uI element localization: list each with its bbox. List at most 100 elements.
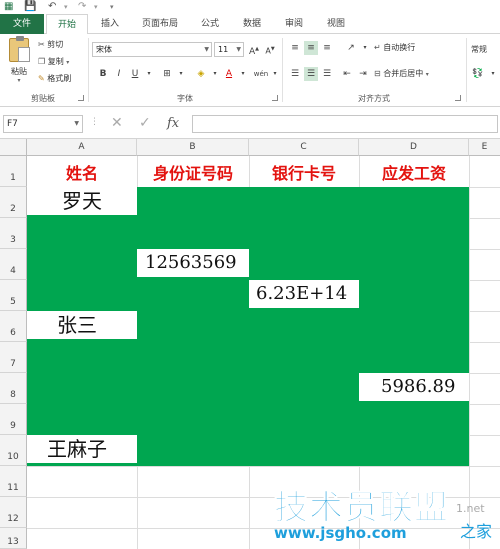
font-color-button[interactable]: A <box>222 67 236 81</box>
tab-formulas[interactable]: 公式 <box>190 14 230 34</box>
copy-button[interactable]: ❐ 复制 ▾ <box>38 56 69 67</box>
font-size-select[interactable]: 11 ▼ <box>214 42 244 57</box>
bold-button[interactable]: B <box>96 67 110 81</box>
align-bottom-icon[interactable]: ≡ <box>320 41 334 55</box>
cell-a6[interactable]: 张三 <box>27 311 137 339</box>
row-header[interactable]: 1 <box>0 156 27 187</box>
row-header[interactable]: 9 <box>0 404 27 435</box>
copy-label: 复制 <box>47 57 64 66</box>
wrap-text-label: 自动换行 <box>383 43 416 52</box>
phonetic-dropdown-icon[interactable]: ▾ <box>268 67 282 81</box>
cell-a10[interactable]: 王麻子 <box>27 435 137 463</box>
fill-color-dropdown-icon[interactable]: ▾ <box>208 67 222 81</box>
row-header[interactable]: 10 <box>0 435 27 466</box>
tab-view[interactable]: 视图 <box>316 14 356 34</box>
borders-icon[interactable]: ⊞ <box>160 67 174 81</box>
clipboard-launcher-icon[interactable] <box>78 95 84 101</box>
formula-input[interactable] <box>192 115 498 133</box>
tab-file[interactable]: 文件 <box>0 14 44 34</box>
header-cell-id-number[interactable]: 身份证号码 <box>137 160 249 184</box>
insert-function-icon[interactable]: fx <box>167 116 179 131</box>
align-left-icon[interactable]: ☰ <box>288 67 302 81</box>
currency-dropdown-icon[interactable]: ▾ <box>486 67 500 81</box>
increase-indent-icon[interactable]: ⇥ <box>356 67 370 81</box>
column-header-b[interactable]: B <box>137 139 249 156</box>
cell-c5[interactable]: 6.23E+14 <box>249 280 359 308</box>
header-cell-bank-card[interactable]: 银行卡号 <box>249 160 359 184</box>
column-header-e[interactable]: E <box>469 139 500 156</box>
formula-bar: F7 ▼ ⋮ ✕ ✓ fx <box>0 107 500 139</box>
currency-icon[interactable]: 💱 <box>471 67 485 81</box>
cut-button[interactable]: ✂ 剪切 <box>38 39 63 50</box>
ribbon-tabs: 文件 开始 插入 页面布局 公式 数据 审阅 视图 <box>0 14 500 35</box>
align-top-icon[interactable]: ≡ <box>288 41 302 55</box>
header-cell-name[interactable]: 姓名 <box>27 160 137 184</box>
orientation-dropdown-icon[interactable]: ▾ <box>358 41 372 55</box>
row-header[interactable]: 13 <box>0 528 27 549</box>
column-header-c[interactable]: C <box>249 139 359 156</box>
underline-dropdown-icon[interactable]: ▾ <box>142 67 156 81</box>
row-header[interactable]: 11 <box>0 466 27 497</box>
orientation-icon[interactable]: ↗ <box>344 41 358 55</box>
merge-center-button[interactable]: ⊟ 合并后居中 ▾ <box>374 68 429 79</box>
grow-font-button[interactable]: A▲ <box>247 42 261 57</box>
fill-color-icon[interactable]: ◈ <box>194 67 208 81</box>
font-launcher-icon[interactable] <box>272 95 278 101</box>
column-header-a[interactable]: A <box>27 139 137 156</box>
tab-data[interactable]: 数据 <box>232 14 272 34</box>
format-painter-button[interactable]: ✎ 格式刷 <box>38 73 71 84</box>
underline-button[interactable]: U <box>128 67 142 81</box>
shrink-font-button[interactable]: A▼ <box>263 42 277 56</box>
save-icon[interactable]: 💾 <box>24 1 36 12</box>
clipboard-icon <box>9 36 30 62</box>
undo-dropdown-icon[interactable]: ▾ <box>64 3 68 11</box>
tab-review[interactable]: 审阅 <box>274 14 314 34</box>
row-header[interactable]: 7 <box>0 342 27 373</box>
font-color-dropdown-icon[interactable]: ▾ <box>236 67 250 81</box>
borders-dropdown-icon[interactable]: ▾ <box>174 67 188 81</box>
select-all-corner[interactable] <box>0 139 27 156</box>
cell-b4[interactable]: 12563569 <box>137 249 249 277</box>
undo-icon[interactable]: ↶ <box>48 1 56 12</box>
number-format-select[interactable]: 常规 <box>471 44 487 55</box>
row-header[interactable]: 5 <box>0 280 27 311</box>
cancel-icon[interactable]: ✕ <box>111 115 123 131</box>
font-name-select[interactable]: 宋体 ▼ <box>92 42 212 57</box>
cut-label: 剪切 <box>47 40 64 49</box>
align-center-icon[interactable]: ☰ <box>304 67 318 81</box>
tab-home[interactable]: 开始 <box>46 14 88 35</box>
column-header-d[interactable]: D <box>359 139 469 156</box>
watermark-url: www.jsgho.com <box>274 524 407 542</box>
decrease-indent-icon[interactable]: ⇤ <box>340 67 354 81</box>
row-header[interactable]: 12 <box>0 497 27 528</box>
paste-button[interactable]: 粘贴 ▾ <box>6 36 32 88</box>
title-bar: ▦ 💾 ↶ ▾ ↷ ▾ ▾ <box>0 0 500 14</box>
brush-icon: ✎ <box>38 74 45 83</box>
row-header[interactable]: 6 <box>0 311 27 342</box>
align-middle-icon[interactable]: ≡ <box>304 41 318 55</box>
header-cell-salary[interactable]: 应发工资 <box>359 160 469 184</box>
row-header[interactable]: 2 <box>0 187 27 218</box>
redo-icon[interactable]: ↷ <box>78 1 86 12</box>
tab-page-layout[interactable]: 页面布局 <box>132 14 188 34</box>
group-divider <box>88 38 89 102</box>
align-right-icon[interactable]: ☰ <box>320 67 334 81</box>
wrap-text-button[interactable]: ↵ 自动换行 <box>374 42 415 53</box>
redo-dropdown-icon[interactable]: ▾ <box>94 3 98 11</box>
tab-insert[interactable]: 插入 <box>90 14 130 34</box>
cell-d8[interactable]: 5986.89 <box>359 373 469 401</box>
scissors-icon: ✂ <box>38 40 45 49</box>
merge-icon: ⊟ <box>374 69 381 78</box>
watermark-side-text: 1.net <box>456 502 485 515</box>
group-divider <box>282 38 283 102</box>
customize-icon[interactable]: ▾ <box>110 3 114 11</box>
row-header[interactable]: 4 <box>0 249 27 280</box>
alignment-launcher-icon[interactable] <box>455 95 461 101</box>
row-header[interactable]: 8 <box>0 373 27 404</box>
italic-button[interactable]: I <box>112 67 126 81</box>
cell-a2[interactable]: 罗天 <box>27 187 137 215</box>
ribbon: 粘贴 ▾ ✂ 剪切 ❐ 复制 ▾ ✎ 格式刷 剪贴板 宋体 ▼ 11 ▼ A▲ … <box>0 34 500 107</box>
name-box[interactable]: F7 ▼ <box>3 115 83 133</box>
enter-icon[interactable]: ✓ <box>139 115 151 131</box>
row-header[interactable]: 3 <box>0 218 27 249</box>
